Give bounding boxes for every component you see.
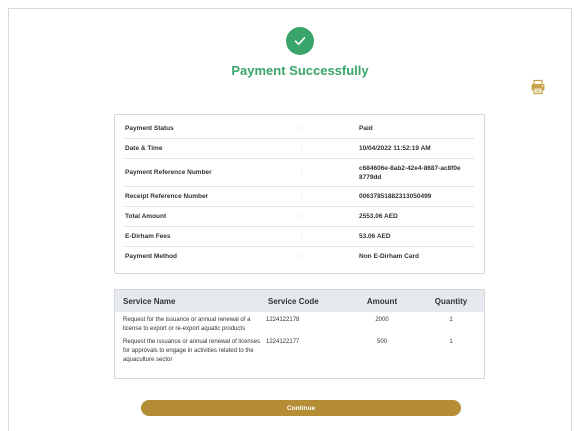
column-header-quantity: Quantity (434, 296, 468, 306)
services-table-header: Service Name Service Code Amount Quantit… (115, 290, 484, 312)
amount-cell: 500 (376, 339, 387, 345)
detail-value: 2553.06 AED (359, 213, 398, 220)
table-row: Request for the issuance or annual renew… (115, 312, 484, 334)
detail-separator: : (301, 145, 303, 152)
detail-row-payment-reference: Payment Reference Number : c684606e-8ab2… (125, 159, 474, 187)
detail-label: Payment Reference Number (125, 169, 212, 176)
detail-value: Non E-Dirham Card (359, 253, 419, 260)
check-circle-icon (286, 27, 314, 55)
detail-label: Total Amount (125, 213, 167, 220)
detail-separator: : (301, 253, 303, 260)
detail-separator: : (301, 233, 303, 240)
detail-row-payment-status: Payment Status : Paid (125, 119, 474, 139)
detail-label: Receipt Reference Number (125, 193, 209, 200)
column-header-amount: Amount (366, 296, 398, 306)
detail-row-edirham-fees: E-Dirham Fees : 53.06 AED (125, 227, 474, 247)
detail-row-payment-method: Payment Method : Non E-Dirham Card (125, 247, 474, 266)
detail-separator: : (301, 193, 303, 200)
detail-value: Paid (359, 125, 373, 132)
quantity-cell: 1 (449, 317, 453, 323)
detail-row-total-amount: Total Amount : 2553.06 AED (125, 207, 474, 227)
column-header-service-name: Service Name (123, 296, 176, 306)
service-name-cell: Request for the issuance or annual renew… (123, 317, 251, 332)
column-header-service-code: Service Code (268, 296, 319, 306)
detail-label: Payment Method (125, 253, 178, 260)
detail-label: E-Dirham Fees (125, 233, 171, 240)
detail-separator: : (301, 125, 303, 132)
detail-value: c684606e-8ab2-42e4-8687-ac8f0e8779dd (359, 164, 461, 181)
detail-value: 10/04/2022 11:52:19 AM (359, 145, 431, 152)
detail-row-date-time: Date & Time : 10/04/2022 11:52:19 AM (125, 139, 474, 159)
service-name-cell: Request the issuance or annual renewal o… (123, 339, 261, 363)
continue-button[interactable]: Continue (141, 400, 461, 416)
payment-details-card: Payment Status : Paid Date & Time : 10/0… (114, 114, 485, 274)
detail-value: 00637851882313050499 (359, 193, 432, 200)
printer-icon[interactable] (530, 79, 546, 95)
amount-cell: 2000 (375, 317, 389, 323)
page-title: Payment Successfully (231, 63, 369, 78)
detail-label: Payment Status (125, 125, 174, 132)
detail-separator: : (301, 169, 303, 176)
service-code-cell: 1224122178 (266, 317, 300, 323)
quantity-cell: 1 (449, 339, 453, 345)
table-row: Request the issuance or annual renewal o… (115, 334, 484, 365)
checkmark-icon (294, 37, 306, 45)
detail-value: 53.06 AED (359, 233, 391, 240)
service-code-cell: 1224122177 (266, 339, 300, 345)
detail-row-receipt-reference: Receipt Reference Number : 0063785188231… (125, 187, 474, 207)
detail-separator: : (301, 213, 303, 220)
services-table: Service Name Service Code Amount Quantit… (114, 289, 485, 379)
detail-label: Date & Time (125, 145, 163, 152)
